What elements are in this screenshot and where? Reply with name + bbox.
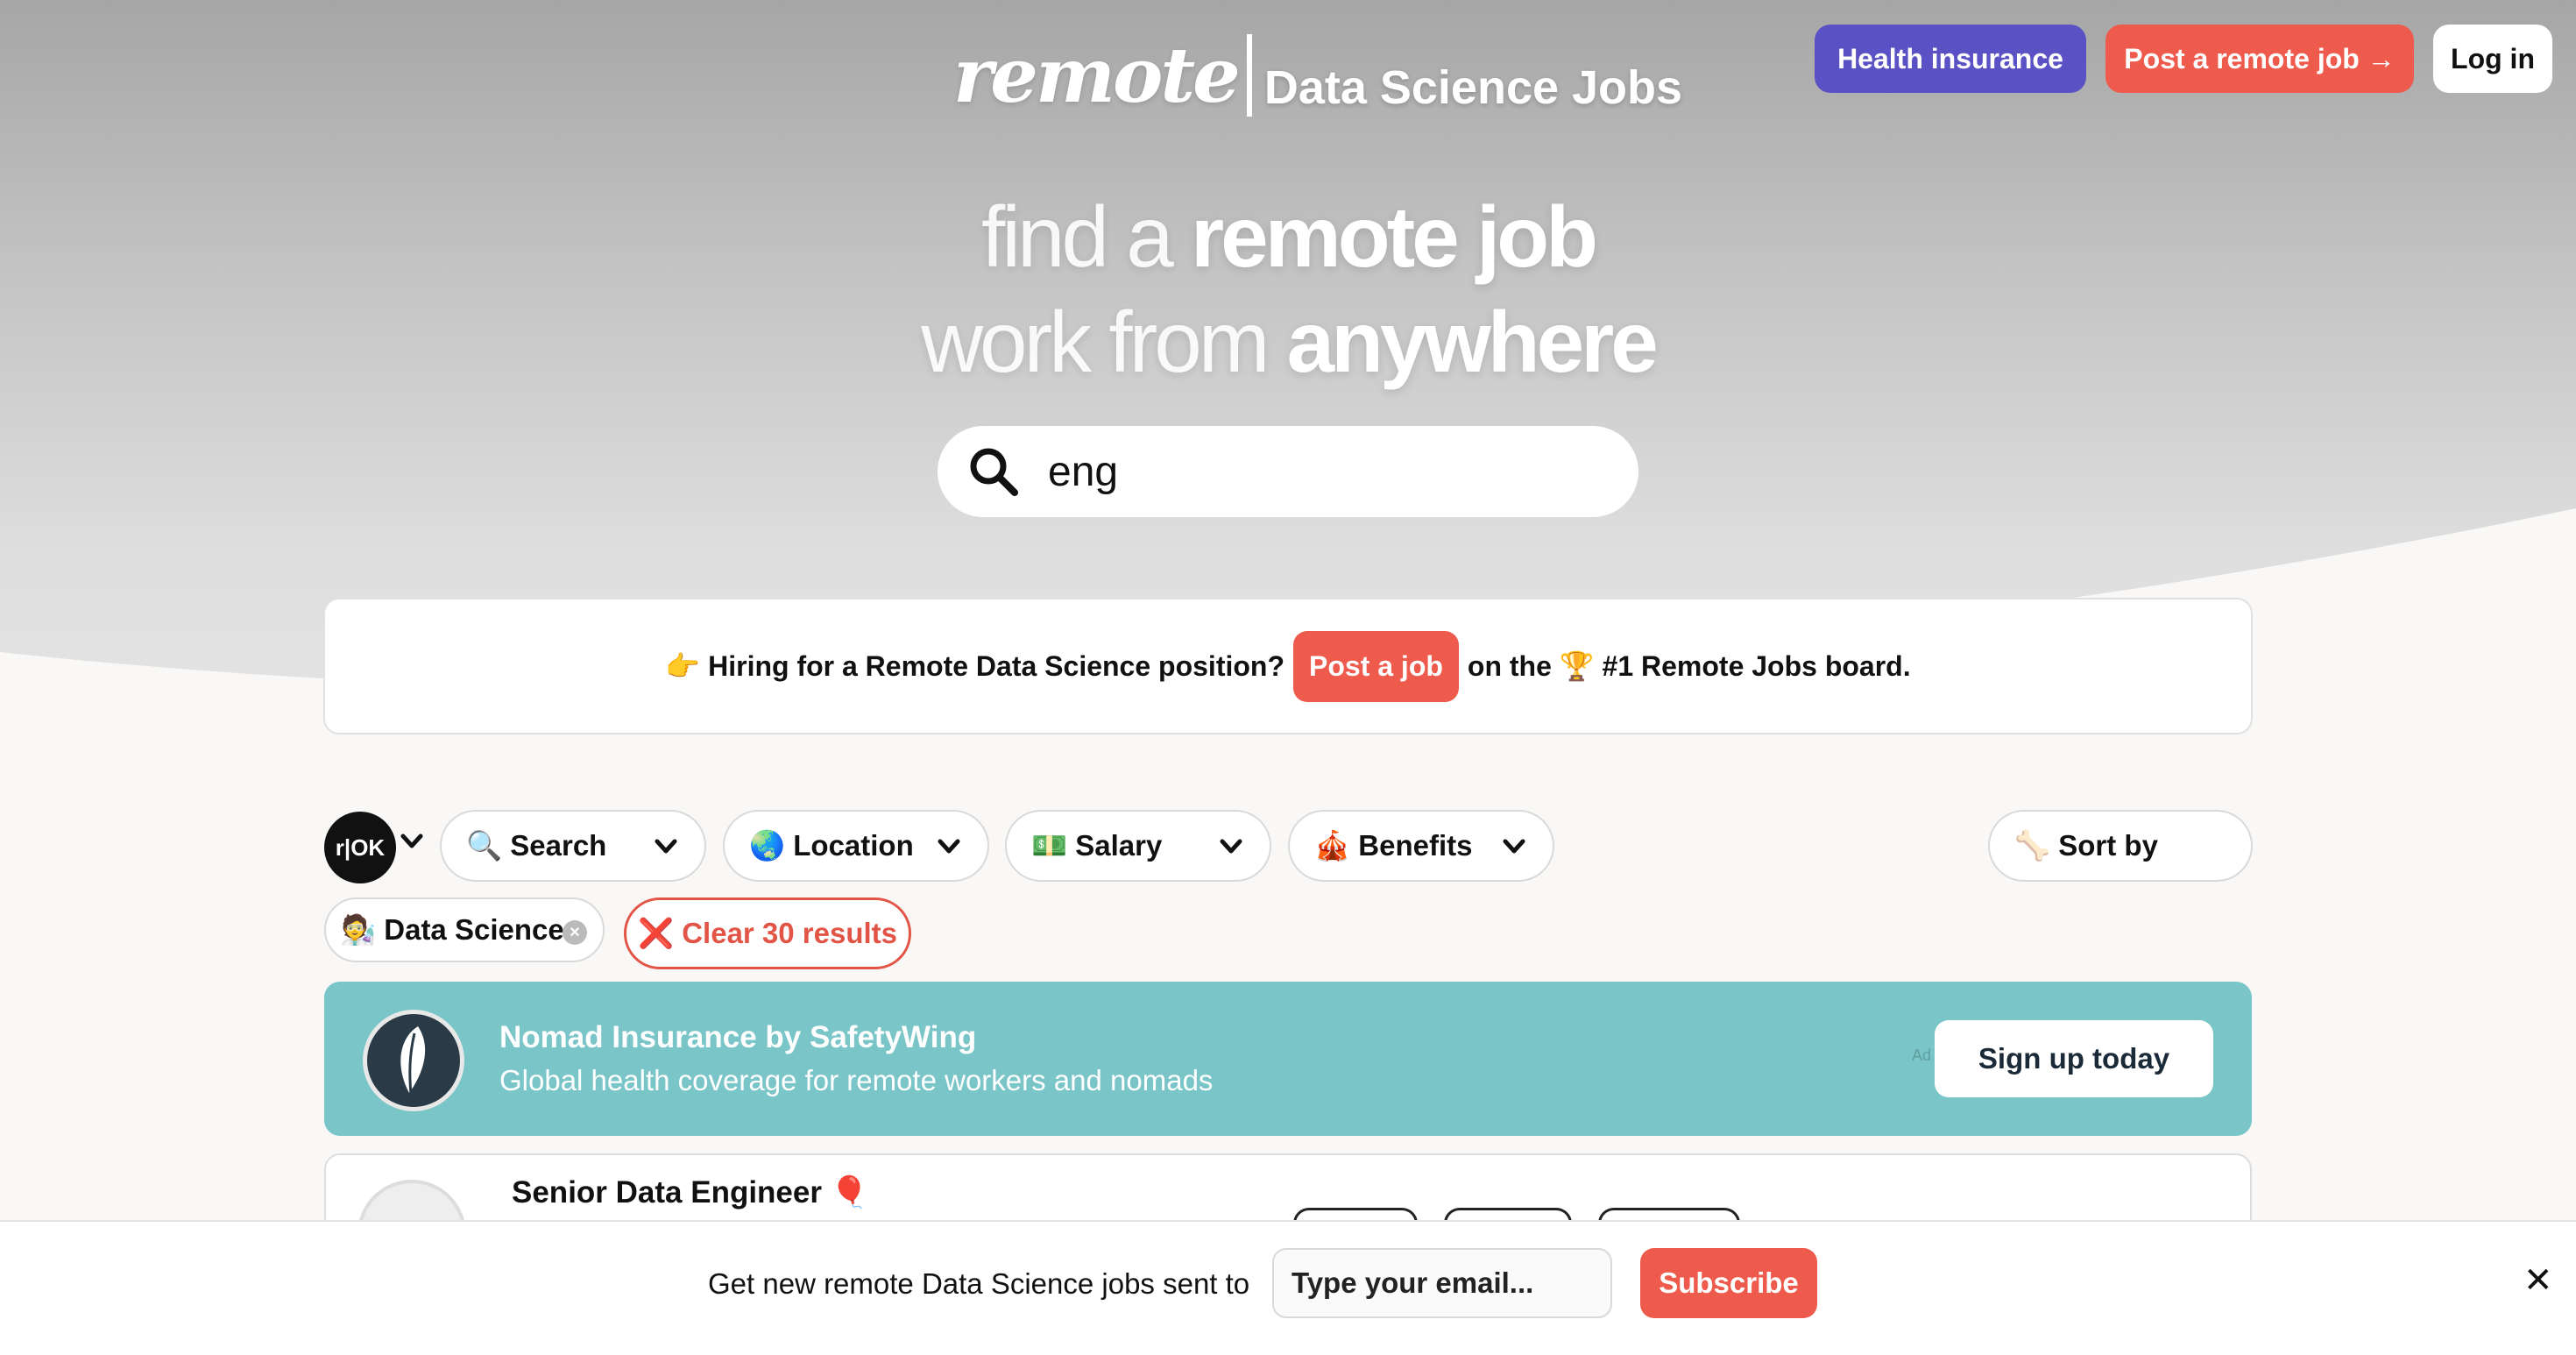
post-remote-job-button[interactable]: Post a remote job →: [2105, 25, 2414, 93]
headline-2-light: work from: [921, 294, 1287, 390]
chevron-down-icon[interactable]: [400, 833, 424, 850]
ad-card[interactable]: Nomad Insurance by SafetyWing Global hea…: [324, 982, 2252, 1136]
remove-tag-icon[interactable]: ×: [563, 920, 587, 945]
hero-search-bar[interactable]: [938, 426, 1638, 517]
search-filter[interactable]: 🔍 Search: [440, 810, 706, 882]
rok-avatar[interactable]: r|OK: [324, 812, 396, 883]
subscribe-bar: Get new remote Data Science jobs sent to…: [0, 1220, 2576, 1355]
benefits-filter[interactable]: 🎪 Benefits: [1288, 810, 1554, 882]
subscribe-button[interactable]: Subscribe: [1640, 1248, 1817, 1318]
ad-subtitle: Global health coverage for remote worker…: [499, 1064, 1214, 1096]
job-title[interactable]: Senior Data Engineer 🎈: [512, 1174, 868, 1210]
safetywing-logo: [363, 1010, 464, 1111]
hiring-banner: 👉 Hiring for a Remote Data Science posit…: [323, 598, 2253, 734]
headline-line-2: work from anywhere: [0, 293, 2576, 392]
chevron-down-icon: [655, 839, 677, 854]
chevron-down-icon: [1220, 839, 1242, 854]
location-filter[interactable]: 🌏 Location: [723, 810, 989, 882]
sort-by-dropdown[interactable]: 🦴 Sort by: [1988, 810, 2253, 882]
chevron-down-icon: [1503, 839, 1525, 854]
ad-label: Ad: [1912, 1046, 1932, 1064]
health-insurance-button[interactable]: Health insurance: [1815, 25, 2086, 93]
subscribe-text: Get new remote Data Science jobs sent to: [708, 1267, 1250, 1300]
headline-line-1: find a remote job: [0, 188, 2576, 287]
headline-2-strong: anywhere: [1286, 294, 1659, 390]
sort-by-label: 🦴 Sort by: [2014, 828, 2158, 862]
feather-icon: [400, 1026, 426, 1096]
job-badge-icon: 🎈: [830, 1175, 869, 1210]
chevron-down-icon: [938, 839, 960, 854]
logo-wordmark: remote: [953, 31, 1241, 120]
post-job-button[interactable]: Post a job: [1293, 630, 1459, 702]
hiring-suffix: on the 🏆 #1 Remote Jobs board.: [1467, 650, 1911, 682]
salary-filter[interactable]: 💵 Salary: [1005, 810, 1271, 882]
active-filter-tag[interactable]: 🧑‍🔬 Data Science ×: [324, 897, 605, 962]
close-icon[interactable]: ✕: [2523, 1260, 2553, 1301]
search-icon: [967, 445, 1020, 498]
salary-filter-label: 💵 Salary: [1031, 828, 1163, 862]
headline-1-light: find a: [981, 188, 1191, 285]
active-filter-label: 🧑‍🔬 Data Science: [340, 912, 564, 946]
clear-results-button[interactable]: ❌ Clear 30 results: [624, 897, 911, 969]
search-filter-label: 🔍 Search: [466, 828, 607, 862]
ad-title[interactable]: Nomad Insurance by SafetyWing: [499, 1020, 976, 1055]
logo-subtitle: Data Science Jobs: [1263, 61, 1683, 114]
headline-1-strong: remote job: [1191, 188, 1598, 285]
search-input[interactable]: [1048, 447, 1574, 496]
logo-divider: [1246, 34, 1252, 117]
login-button[interactable]: Log in: [2433, 25, 2552, 93]
job-title-text: Senior Data Engineer: [512, 1175, 822, 1210]
benefits-filter-label: 🎪 Benefits: [1314, 828, 1473, 862]
hiring-prefix: 👉 Hiring for a Remote Data Science posit…: [665, 650, 1284, 682]
location-filter-label: 🌏 Location: [749, 828, 914, 862]
email-field[interactable]: [1272, 1248, 1612, 1318]
site-logo[interactable]: remote Data Science Jobs: [953, 31, 1683, 120]
sign-up-button[interactable]: Sign up today: [1935, 1020, 2213, 1097]
